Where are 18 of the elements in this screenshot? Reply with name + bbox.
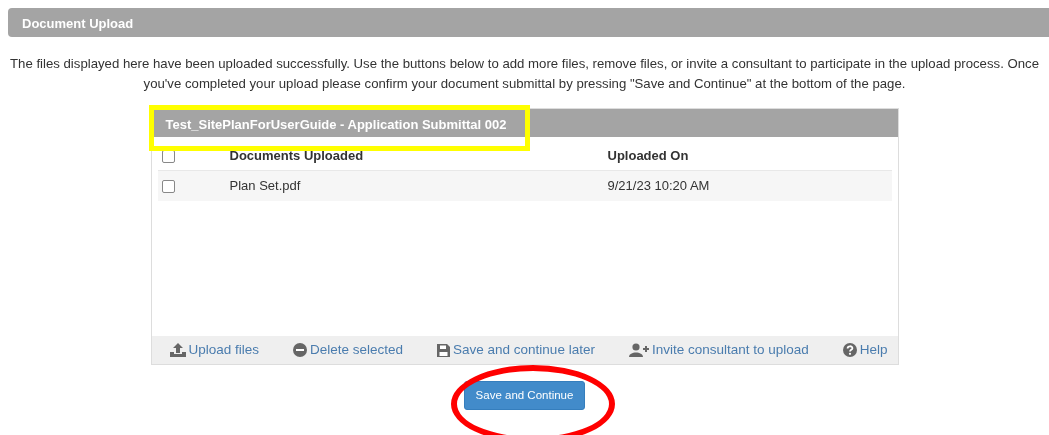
column-header: Documents Uploaded	[229, 147, 364, 163]
file-name: Plan Set.pdf	[229, 178, 301, 194]
upload-link[interactable]: Upload files	[169, 339, 260, 361]
panel-title: Test_SitePlanForUserGuide - Application Submittal 002	[165, 117, 507, 132]
upload-icon	[169, 343, 186, 357]
section-header: Document Upload	[8, 8, 1049, 37]
upload-date: 9/21/23 10:20 AM	[607, 178, 710, 194]
delete-link[interactable]: Delete selected	[293, 339, 404, 361]
invite-link[interactable]: Invite consultant to upload	[628, 339, 809, 361]
save-link[interactable]: Save and continue later	[437, 339, 595, 361]
help-icon	[842, 343, 857, 357]
minus-circle-icon	[293, 343, 307, 357]
checkbox[interactable]	[161, 180, 175, 194]
save-and-continue-button[interactable]: Save and Continue	[463, 381, 586, 411]
user-plus-icon	[628, 343, 649, 357]
column-header: Uploaded On	[607, 147, 689, 163]
intro-paragraph: The files displayed here have been uploaded successfully. Use the buttons below to add more files, remove files, or invite a consultant to participate in the upload process. Once you've completed your upload please confirm your document submittal by pressing "Save and Continue" at the bottom of the page.	[9, 55, 1040, 93]
help-link[interactable]: Help	[842, 339, 888, 361]
